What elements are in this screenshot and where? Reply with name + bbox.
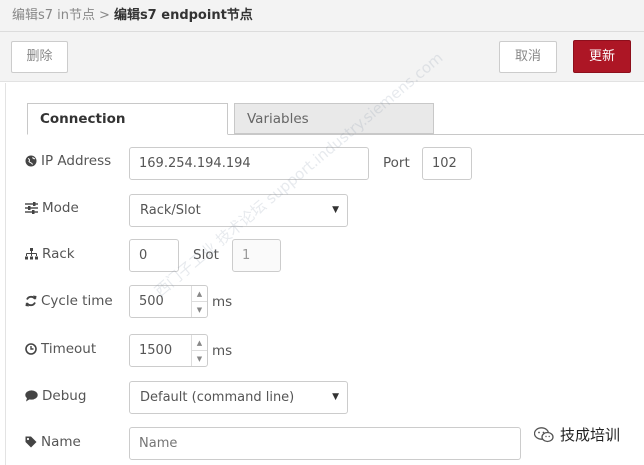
caret-down-icon: ▼	[332, 392, 339, 402]
name-input[interactable]	[129, 427, 521, 460]
badge-text: 技成培训	[560, 426, 621, 444]
mode-label: Mode	[25, 200, 79, 216]
mode-select[interactable]: Rack/Slot ▼	[129, 194, 348, 227]
source-badge: 技成培训	[534, 424, 620, 445]
timeout-label-text: Timeout	[41, 341, 97, 357]
globe-icon	[25, 155, 37, 167]
update-button[interactable]: 更新	[573, 40, 631, 73]
speech-bubble-icon	[25, 390, 38, 402]
debug-select-value: Default (command line)	[140, 390, 295, 405]
rack-label-text: Rack	[42, 246, 75, 262]
tab-connection[interactable]: Connection	[27, 103, 228, 135]
ip-address-label: IP Address	[25, 153, 111, 169]
refresh-icon	[25, 295, 37, 307]
tab-variables[interactable]: Variables	[234, 103, 434, 134]
timeout-unit: ms	[212, 343, 233, 359]
stepper-up-icon[interactable]: ▲	[192, 335, 207, 350]
cancel-button[interactable]: 取消	[499, 41, 557, 73]
panel-divider	[5, 83, 6, 465]
timeout-value: 1500	[139, 343, 173, 358]
ip-address-label-text: IP Address	[41, 153, 112, 169]
sliders-icon	[25, 202, 38, 214]
ip-address-input[interactable]: 169.254.194.194	[129, 147, 369, 180]
timeout-stepper[interactable]: ▲ ▼	[191, 335, 207, 366]
clock-icon	[25, 343, 37, 355]
debug-select[interactable]: Default (command line) ▼	[129, 381, 348, 414]
stepper-up-icon[interactable]: ▲	[192, 286, 207, 301]
tray-header: 编辑s7 in节点 > 编辑s7 endpoint节点	[0, 0, 644, 32]
rack-label: Rack	[25, 246, 75, 262]
slot-label: Slot	[193, 247, 219, 263]
cycle-time-value: 500	[139, 294, 164, 309]
rack-input[interactable]: 0	[129, 239, 179, 272]
mode-label-text: Mode	[42, 200, 79, 216]
timeout-label: Timeout	[25, 341, 96, 357]
delete-button[interactable]: 删除	[11, 41, 68, 73]
name-label: Name	[25, 434, 81, 450]
breadcrumb-current: 编辑s7 endpoint节点	[113, 8, 253, 23]
name-label-text: Name	[41, 434, 81, 450]
port-label: Port	[383, 155, 410, 171]
caret-down-icon: ▼	[332, 205, 339, 215]
cycle-time-label: Cycle time	[25, 293, 113, 309]
cycle-time-unit: ms	[212, 294, 233, 310]
debug-label: Debug	[25, 388, 86, 404]
stepper-down-icon[interactable]: ▼	[192, 350, 207, 366]
port-input[interactable]: 102	[422, 147, 472, 180]
cycle-time-label-text: Cycle time	[41, 293, 113, 309]
tray-toolbar: 删除 取消 更新	[0, 32, 644, 82]
breadcrumb-parent[interactable]: 编辑s7 in节点	[12, 8, 95, 23]
tag-icon	[25, 436, 37, 448]
cycle-time-stepper[interactable]: ▲ ▼	[191, 286, 207, 317]
stepper-down-icon[interactable]: ▼	[192, 301, 207, 317]
tab-underline	[228, 134, 644, 135]
sitemap-icon	[25, 248, 38, 260]
wechat-icon	[534, 426, 554, 442]
debug-label-text: Debug	[42, 388, 87, 404]
mode-select-value: Rack/Slot	[140, 203, 201, 218]
slot-input[interactable]: 1	[232, 239, 281, 272]
breadcrumb-separator: >	[99, 8, 110, 23]
